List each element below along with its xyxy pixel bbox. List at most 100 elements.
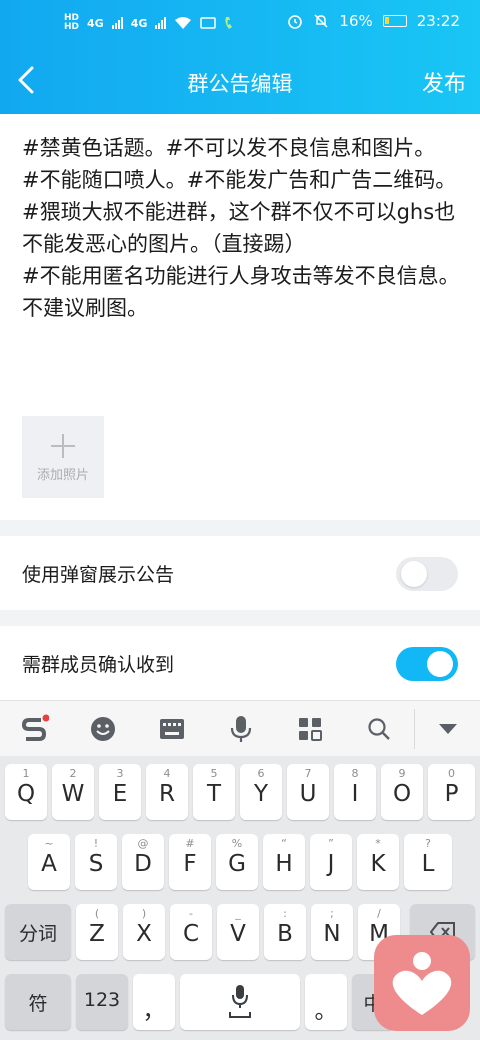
key-i[interactable]: 8I bbox=[334, 764, 376, 820]
key-sub-label: 3 bbox=[116, 767, 124, 780]
key-y[interactable]: 6Y bbox=[240, 764, 282, 820]
key-label: ， bbox=[142, 998, 166, 1024]
key-sub-label: ? bbox=[425, 837, 431, 850]
announcement-text[interactable]: #禁黄色话题。#不可以发不良信息和图片。 #不能随口喷人。#不能发广告和广告二维… bbox=[22, 132, 466, 324]
key-label: I bbox=[351, 781, 359, 807]
numbers-key[interactable]: 123 bbox=[76, 974, 128, 1030]
key-r[interactable]: 4R bbox=[146, 764, 188, 820]
confirm-receipt-setting: 需群成员确认收到 bbox=[0, 626, 480, 700]
phone-icon bbox=[225, 17, 233, 29]
key-label: G bbox=[228, 851, 246, 877]
key-label: T bbox=[206, 781, 222, 807]
apps-grid-icon[interactable] bbox=[294, 713, 326, 745]
key-p[interactable]: 0P bbox=[428, 764, 475, 820]
key-a[interactable]: ~ A bbox=[28, 834, 70, 890]
key-label: D bbox=[134, 851, 152, 877]
announcement-editor[interactable]: #禁黄色话题。#不可以发不良信息和图片。 #不能随口喷人。#不能发广告和广告二维… bbox=[0, 114, 480, 520]
search-icon[interactable] bbox=[363, 713, 395, 745]
key-sub-label: / bbox=[377, 907, 381, 920]
key-sub-label: 5 bbox=[210, 767, 218, 780]
key-h[interactable]: “H bbox=[263, 834, 305, 890]
collapse-keyboard-icon[interactable] bbox=[432, 713, 464, 745]
key-label: C bbox=[182, 921, 200, 947]
heart-person-icon bbox=[392, 952, 452, 1015]
key-sub-label: * bbox=[375, 837, 381, 850]
key-sub-label: # bbox=[185, 837, 195, 850]
battery-icon bbox=[382, 15, 407, 27]
key-j[interactable]: ” J bbox=[310, 834, 352, 890]
key-label: O bbox=[392, 781, 412, 807]
keyboard-icon[interactable] bbox=[156, 713, 188, 745]
wifi-icon bbox=[175, 17, 192, 29]
comma-key[interactable]: ， bbox=[133, 974, 175, 1030]
key-label: U bbox=[299, 781, 317, 807]
key-o[interactable]: 9O bbox=[381, 764, 423, 820]
nav-bar: 群公告编辑 发布 bbox=[0, 48, 480, 114]
key-e[interactable]: 3E bbox=[99, 764, 141, 820]
key-n[interactable]: ; N bbox=[311, 904, 353, 960]
key-sub-label: % bbox=[231, 837, 243, 850]
page-title: 群公告编辑 bbox=[187, 72, 293, 96]
microphone-icon[interactable] bbox=[225, 713, 257, 745]
announcement-line: #不能随口喷人。#不能发广告和广告二维码。 bbox=[22, 168, 457, 192]
confirm-toggle[interactable] bbox=[396, 647, 458, 681]
key-sub-label: “ bbox=[281, 837, 287, 850]
status-bar: HD HD 4G 4G 16% 23:22 bbox=[0, 0, 480, 48]
popup-setting-label: 使用弹窗展示公告 bbox=[22, 564, 175, 586]
announcement-line: 不建议刷图。 bbox=[22, 296, 148, 320]
key-sub-label: 1 bbox=[22, 767, 30, 780]
key-label: Y bbox=[253, 781, 269, 807]
key-label: S bbox=[88, 851, 104, 877]
key-sub-label: 8 bbox=[351, 767, 359, 780]
key-b[interactable]: :B bbox=[264, 904, 306, 960]
key-c[interactable]: -C bbox=[170, 904, 212, 960]
key-label: K bbox=[370, 851, 386, 877]
symbols-key[interactable]: 符 bbox=[5, 974, 71, 1030]
signal-icon bbox=[111, 17, 123, 29]
key-v[interactable]: _ V bbox=[217, 904, 259, 960]
announcement-line: #不能用匿名功能进行人身攻击等发不良信息。 bbox=[22, 264, 460, 288]
toggle-knob bbox=[401, 561, 427, 587]
key-label: H bbox=[275, 851, 293, 877]
key-w[interactable]: 2W bbox=[52, 764, 94, 820]
announcement-line: #禁黄色话题。#不可以发不良信息和图片。 bbox=[22, 136, 436, 160]
key-l[interactable]: ? L bbox=[404, 834, 452, 890]
popup-toggle[interactable] bbox=[396, 557, 458, 591]
microphone-icon bbox=[229, 985, 251, 1018]
key-g[interactable]: % G bbox=[216, 834, 258, 890]
key-sub-label: 9 bbox=[398, 767, 406, 780]
key-sub-label: - bbox=[189, 907, 193, 920]
key-z[interactable]: (Z bbox=[76, 904, 118, 960]
key-label: E bbox=[112, 781, 128, 807]
sogou-logo-icon[interactable] bbox=[18, 713, 50, 745]
key-sub-label: 6 bbox=[257, 767, 265, 780]
popup-announcement-setting: 使用弹窗展示公告 bbox=[0, 536, 480, 610]
key-t[interactable]: 5T bbox=[193, 764, 235, 820]
key-label: B bbox=[277, 921, 293, 947]
floating-app-icon[interactable] bbox=[374, 935, 470, 1031]
fenci-key[interactable]: 分词 bbox=[5, 904, 71, 960]
key-label: F bbox=[183, 851, 197, 877]
key-u[interactable]: 7U bbox=[287, 764, 329, 820]
key-s[interactable]: ! S bbox=[75, 834, 117, 890]
key-k[interactable]: * K bbox=[357, 834, 399, 890]
network-type-2: 4G bbox=[130, 16, 148, 30]
period-key[interactable]: 。 bbox=[305, 974, 347, 1030]
key-sub-label: ” bbox=[328, 837, 334, 850]
key-label: J bbox=[327, 851, 335, 877]
key-x[interactable]: ) X bbox=[123, 904, 165, 960]
signal-icon-2 bbox=[155, 17, 167, 29]
toolbar-divider bbox=[414, 709, 415, 749]
key-q[interactable]: 1Q bbox=[5, 764, 47, 820]
emoji-icon[interactable] bbox=[87, 713, 119, 745]
space-key[interactable] bbox=[180, 974, 300, 1030]
key-label: P bbox=[444, 781, 459, 807]
key-sub-label: ; bbox=[330, 907, 334, 920]
publish-button[interactable]: 发布 bbox=[422, 66, 466, 98]
key-d[interactable]: @ D bbox=[122, 834, 164, 890]
network-type-1: 4G bbox=[87, 16, 104, 30]
key-f[interactable]: # F bbox=[169, 834, 211, 890]
key-label: V bbox=[230, 921, 246, 947]
add-photo-button[interactable]: 添加照片 bbox=[22, 416, 104, 498]
key-sub-label: @ bbox=[137, 837, 149, 850]
